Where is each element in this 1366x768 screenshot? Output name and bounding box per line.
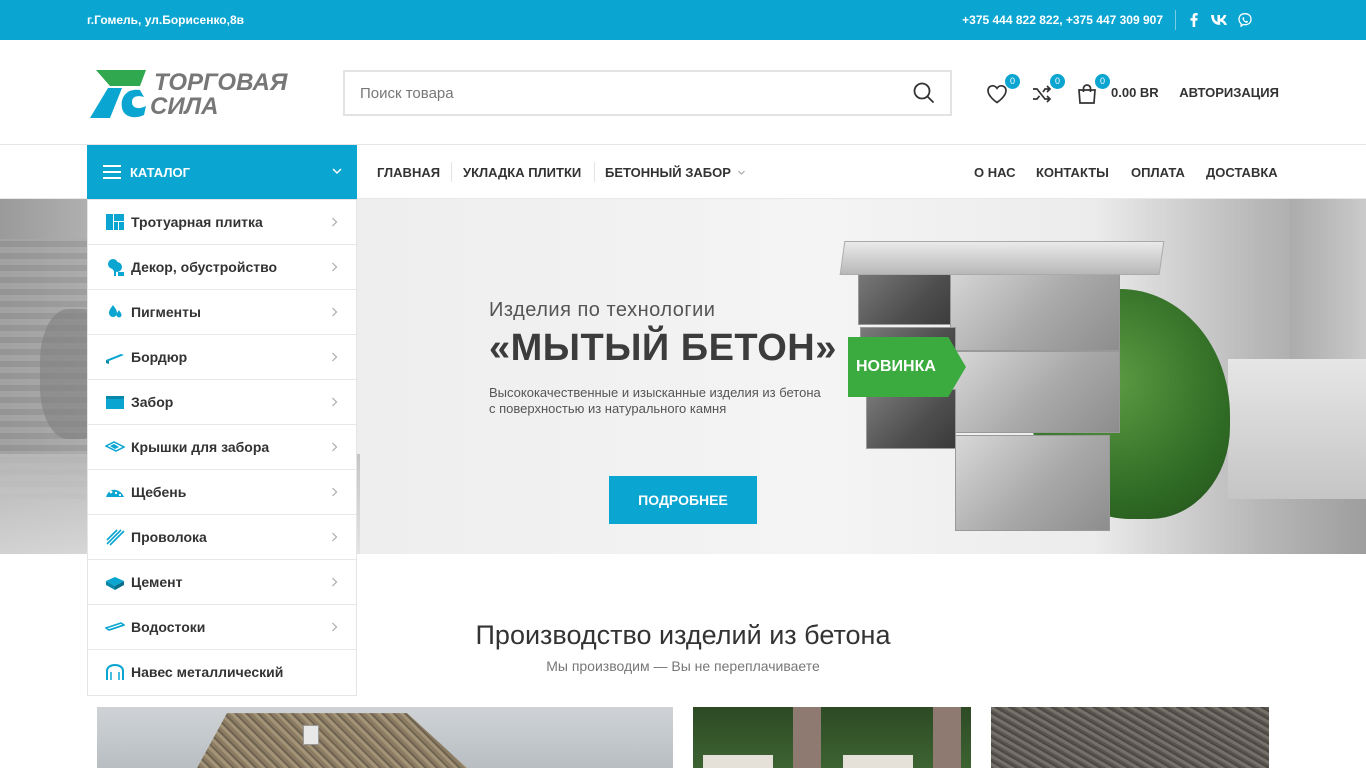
hero-block-image <box>866 389 956 449</box>
hero-title: «МЫТЫЙ БЕТОН» <box>489 327 837 369</box>
chevron-right-icon <box>332 262 338 272</box>
site-logo[interactable]: ТОРГОВАЯ СИЛА <box>88 68 320 120</box>
wishlist-button[interactable]: 0 <box>985 74 1020 108</box>
catalog-toggle-button[interactable]: КАТАЛОГ <box>87 145 357 199</box>
card-cap-image <box>703 755 773 768</box>
chevron-right-icon <box>332 442 338 452</box>
search-input[interactable] <box>345 72 905 114</box>
main-navigation: КАТАЛОГ ГЛАВНАЯ УКЛАДКА ПЛИТКИ БЕТОННЫЙ … <box>0 145 1366 199</box>
nav-divider <box>451 162 452 182</box>
hero-block-image <box>858 269 958 325</box>
card-pillar-image <box>793 707 821 768</box>
fence-icon <box>106 396 124 409</box>
nav-item-tile-laying[interactable]: УКЛАДКА ПЛИТКИ <box>463 165 581 180</box>
catalog-item-label: Забор <box>131 394 174 410</box>
category-card-image[interactable] <box>97 707 673 768</box>
catalog-item-curb[interactable]: Бордюр <box>88 335 356 380</box>
hero-description: Высококачественные и изысканные изделия … <box>489 385 821 416</box>
catalog-item-label: Крышки для забора <box>131 439 270 455</box>
catalog-item-label: Проволока <box>131 529 207 545</box>
hero-details-button[interactable]: ПОДРОБНЕЕ <box>609 476 757 524</box>
catalog-item-cement[interactable]: Цемент <box>88 560 356 605</box>
pigment-drops-icon <box>109 305 122 318</box>
nav-item-concrete-fence-label: БЕТОННЫЙ ЗАБОР <box>605 165 731 180</box>
chevron-right-icon <box>332 397 338 407</box>
compare-count-badge: 0 <box>1050 74 1065 89</box>
nav-item-home[interactable]: ГЛАВНАЯ <box>377 165 440 180</box>
site-header: ТОРГОВАЯ СИЛА 0 0 0 0.00 BR АВТОРИЗАЦИЯ <box>0 40 1366 145</box>
chevron-right-icon <box>332 532 338 542</box>
hero-block-image <box>952 351 1120 433</box>
section-title-text: Производство изделий из бетона <box>475 620 891 650</box>
topbar-divider <box>1175 10 1176 30</box>
logo-line2: СИЛА <box>150 93 218 120</box>
fence-cap-icon <box>105 441 125 452</box>
catalog-item-decor[interactable]: Декор, обустройство <box>88 245 356 290</box>
catalog-item-wire[interactable]: Проволока <box>88 515 356 560</box>
new-product-badge: НОВИНКА <box>848 337 966 397</box>
chevron-right-icon <box>332 487 338 497</box>
hero-background-planter <box>1228 359 1366 499</box>
hero-subtitle: Изделия по технологии <box>489 299 716 321</box>
nav-item-contacts[interactable]: КОНТАКТЫ <box>1036 165 1109 180</box>
logo-line1: ТОРГОВАЯ <box>154 69 288 96</box>
vk-icon[interactable] <box>1210 11 1228 29</box>
card-pillar-image <box>933 707 961 768</box>
gravel-icon <box>106 489 124 497</box>
cart-total[interactable]: 0.00 BR <box>1111 85 1159 100</box>
cement-icon <box>106 577 124 590</box>
wire-icon <box>106 529 125 546</box>
catalog-item-fence[interactable]: Забор <box>88 380 356 425</box>
category-card-image[interactable] <box>991 707 1269 768</box>
cart-button[interactable]: 0 <box>1075 74 1110 108</box>
section-title: Производство изделий из бетона <box>0 620 1366 651</box>
chevron-right-icon <box>332 352 338 362</box>
catalog-item-fence-caps[interactable]: Крышки для забора <box>88 425 356 470</box>
search-box <box>343 70 952 116</box>
category-card-image[interactable] <box>693 707 971 768</box>
nav-divider <box>594 162 595 182</box>
catalog-label: КАТАЛОГ <box>130 165 190 180</box>
catalog-item-label: Бордюр <box>131 349 188 365</box>
phone-numbers[interactable]: +375 444 822 822, +375 447 309 907 <box>962 13 1163 27</box>
catalog-item-paving-tile[interactable]: Тротуарная плитка <box>88 200 356 245</box>
hero-block-image <box>955 435 1110 531</box>
catalog-item-label: Тротуарная плитка <box>131 214 263 230</box>
chevron-right-icon <box>332 577 338 587</box>
chevron-right-icon <box>332 307 338 317</box>
wishlist-count-badge: 0 <box>1005 74 1020 89</box>
viber-icon[interactable] <box>1237 11 1253 29</box>
nav-item-delivery[interactable]: ДОСТАВКА <box>1206 165 1278 180</box>
nav-item-about[interactable]: О НАС <box>974 165 1016 180</box>
facebook-icon[interactable] <box>1189 11 1199 29</box>
catalog-item-label: Щебень <box>131 484 187 500</box>
compare-button[interactable]: 0 <box>1030 74 1065 108</box>
search-icon <box>913 82 935 104</box>
hero-fence-cap-image <box>839 241 1165 275</box>
nav-item-payment[interactable]: ОПЛАТА <box>1131 165 1185 180</box>
chevron-right-icon <box>332 217 338 227</box>
login-link[interactable]: АВТОРИЗАЦИЯ <box>1179 85 1279 100</box>
catalog-item-label: Цемент <box>131 574 183 590</box>
hamburger-icon <box>103 165 121 179</box>
hero-block-image <box>950 265 1120 351</box>
section-subtitle: Мы производим — Вы не переплачиваете <box>0 658 1366 674</box>
store-address: г.Гомель, ул.Борисенко,8в <box>87 13 245 27</box>
top-bar: г.Гомель, ул.Борисенко,8в +375 444 822 8… <box>0 0 1366 40</box>
card-cap-image <box>843 755 913 768</box>
section-subtitle-text: Мы производим — Вы не переплачиваете <box>546 658 820 674</box>
card-chimney-image <box>303 725 319 745</box>
nav-item-concrete-fence[interactable]: БЕТОННЫЙ ЗАБОР <box>605 165 746 180</box>
catalog-item-gravel[interactable]: Щебень <box>88 470 356 515</box>
catalog-item-label: Декор, обустройство <box>131 259 278 275</box>
catalog-item-label: Пигменты <box>131 304 201 320</box>
curb-icon <box>106 354 124 364</box>
tree-icon <box>108 259 124 276</box>
paving-tile-icon <box>106 214 124 230</box>
cart-count-badge: 0 <box>1095 74 1110 89</box>
chevron-down-icon <box>737 170 745 175</box>
search-button[interactable] <box>898 72 950 114</box>
catalog-item-pigments[interactable]: Пигменты <box>88 290 356 335</box>
chevron-down-icon <box>332 168 342 175</box>
